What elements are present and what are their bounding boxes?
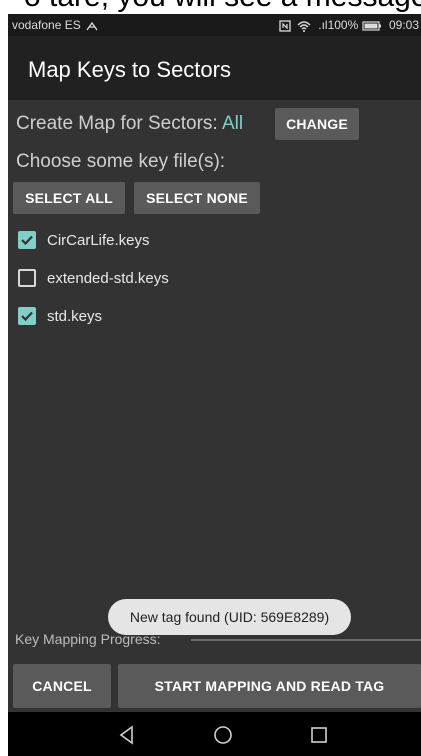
choose-files-label: Choose some key file(s):	[16, 151, 226, 172]
change-sectors-button[interactable]: CHANGE	[275, 108, 359, 140]
checkmark-icon	[21, 311, 33, 322]
select-all-button[interactable]: SELECT ALL	[13, 182, 125, 214]
signal-icon: .ıl	[318, 18, 328, 32]
back-icon[interactable]	[116, 724, 138, 746]
sectors-label-text: Create Map for Sectors:	[16, 113, 218, 134]
progress-bar	[191, 639, 421, 641]
file-item-extended-std[interactable]: extended-std.keys	[18, 267, 218, 291]
checkbox-checked[interactable]	[18, 231, 36, 249]
checkmark-icon	[21, 235, 33, 246]
home-icon[interactable]	[212, 724, 234, 746]
main-content: Create Map for Sectors: All CHANGE Choos…	[8, 100, 421, 712]
sectors-label: Create Map for Sectors: All	[16, 113, 243, 135]
file-name: CirCarLife.keys	[47, 232, 150, 249]
checkbox-unchecked[interactable]	[18, 269, 36, 287]
sectors-value: All	[221, 113, 244, 134]
file-item-circarlife[interactable]: CirCarLife.keys	[18, 229, 218, 253]
start-mapping-button[interactable]: START MAPPING AND READ TAG	[118, 664, 421, 708]
top-caption-fragment: o tare, you will see a message	[0, 0, 421, 14]
status-bar: vodafone ES .ıl100% 09:03	[8, 14, 421, 36]
carrier-text: vodafone ES	[12, 18, 81, 32]
page-title: Map Keys to Sectors	[28, 57, 231, 82]
app-bar: Map Keys to Sectors	[8, 36, 421, 100]
navigation-bar	[8, 712, 421, 756]
checkbox-checked[interactable]	[18, 307, 36, 325]
select-none-button[interactable]: SELECT NONE	[134, 182, 260, 214]
wifi-icon	[297, 21, 311, 32]
file-item-std[interactable]: std.keys	[18, 305, 218, 329]
battery-percent: 100%	[327, 18, 359, 32]
toast-message: New tag found (UID: 569E8289)	[108, 599, 351, 635]
nfc-icon	[278, 20, 291, 32]
caption-text: o tare, you will see a message	[24, 0, 421, 14]
cancel-button[interactable]: CANCEL	[13, 664, 111, 708]
carrier-label: vodafone ES	[12, 18, 98, 32]
recent-apps-icon[interactable]	[308, 724, 330, 746]
clock: 09:03	[388, 18, 419, 32]
usb-debug-icon	[86, 21, 98, 31]
file-name: std.keys	[47, 308, 103, 325]
status-icons: .ıl100% 09:03	[278, 18, 419, 32]
file-name: extended-std.keys	[47, 270, 169, 287]
battery-icon	[362, 21, 381, 31]
